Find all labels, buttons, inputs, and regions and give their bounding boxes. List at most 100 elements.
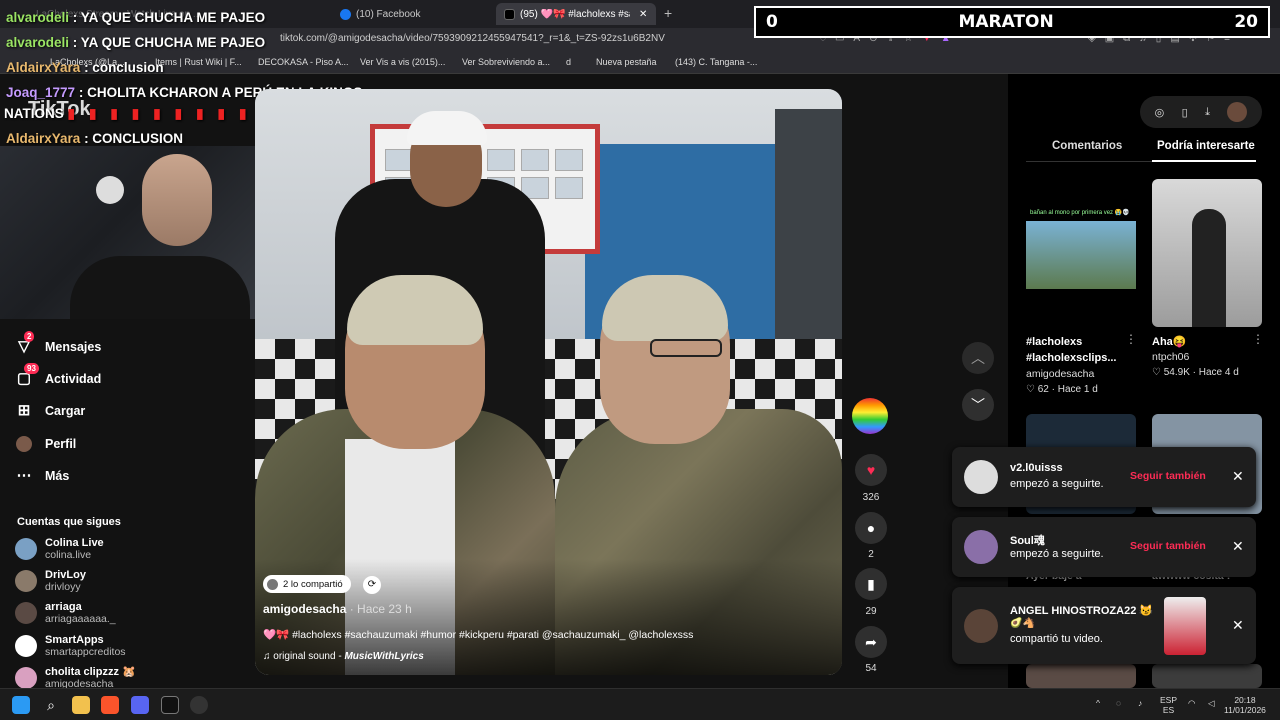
windows-start-icon[interactable] [12,696,30,714]
terminal-icon[interactable] [161,696,179,714]
tab-comments[interactable]: Comentarios [1052,140,1122,152]
recommended-video-card[interactable]: bañan al mono por primera vez 😭💀 [1026,179,1136,327]
tab-tiktok-video[interactable]: (95) 🩷🎀 #lacholexs #sacha ✕ [496,3,656,25]
network-icon[interactable]: ◌ [1116,698,1121,708]
avatar [15,667,37,689]
download-icon[interactable]: ⤓ [1205,106,1210,119]
close-icon[interactable]: ✕ [1232,617,1244,634]
card-thumbnail [1026,221,1136,289]
next-video-button[interactable]: ﹀ [962,389,994,421]
bookmark-item[interactable]: DECOKASA - Piso A... [258,57,349,67]
close-icon[interactable]: ✕ [1232,468,1244,485]
previous-video-button[interactable]: ︿ [962,342,994,374]
card-title[interactable]: Aha😝 [1152,334,1186,350]
obs-icon[interactable] [190,696,208,714]
webcam-person-shirt [70,256,250,319]
volume-icon[interactable]: ◁ [1208,698,1215,708]
clock[interactable]: 20:18 11/01/2026 [1224,695,1266,715]
new-tab-button[interactable]: + [664,5,672,21]
more-icon[interactable]: ⋮ [1252,332,1264,346]
chevron-up-icon[interactable]: ^ [1096,698,1100,708]
avatar[interactable] [1227,102,1248,122]
tiktok-icon [504,8,515,20]
repost-icon[interactable]: ⟳ [363,576,381,594]
video-sound[interactable]: ♫ original sound - MusicWithLyrics [263,651,424,662]
follow-back-button[interactable]: Seguir también [1130,540,1206,552]
creator-tools-icon[interactable]: ◎ [1155,106,1165,119]
phone-icon[interactable]: ▯ [1182,106,1188,119]
sidebar-item-more[interactable]: ⋯ Más [16,468,70,484]
shared-by-pill[interactable]: 2 lo compartió [263,575,351,593]
notification-user[interactable]: Soul魂 [1010,532,1045,548]
tab-facebook[interactable]: (10) Facebook [332,3,492,25]
score-title: MARATON [958,12,1054,32]
brave-browser-icon[interactable] [101,696,119,714]
video-description[interactable]: 🩷🎀 #lacholexs #sachauzumaki #humor #kick… [263,628,693,641]
shared-video-thumbnail[interactable] [1164,597,1206,655]
wifi-icon[interactable]: ◠ [1188,698,1195,708]
file-explorer-icon[interactable] [72,696,90,714]
bookmark-item[interactable]: d [566,57,571,67]
glasses [650,339,722,357]
author-avatar[interactable] [852,398,888,434]
following-account[interactable]: arriaga arriagaaaaaa._ [15,601,116,625]
recommended-video-card[interactable] [1152,179,1262,327]
following-account[interactable]: cholita clipzzz 🐹 amigodesacha [15,666,136,690]
card-author[interactable]: amigodesacha [1026,368,1094,380]
sidebar-item-profile[interactable]: Perfil [16,436,76,452]
avatar [964,460,998,494]
close-icon[interactable]: ✕ [1232,538,1244,555]
active-tab-indicator [1152,160,1256,162]
sound-artist: MusicWithLyrics [344,651,424,662]
card-author[interactable]: ntpch06 [1152,351,1189,363]
white-cap [407,111,487,145]
comment-button[interactable]: ● [855,512,887,544]
video-author[interactable]: amigodesacha · Hace 23 h [263,602,412,616]
notification-toast: ANGEL HINOSTROZA22 😼 compartió tu video.… [952,587,1256,664]
video-player[interactable]: 2 lo compartió ⟳ amigodesacha · Hace 23 … [255,89,842,675]
url-input[interactable]: tiktok.com/@amigodesacha/video/759390921… [280,33,665,44]
notification-text: compartió tu video. [1010,633,1103,645]
mic-icon[interactable]: ♪ [1138,698,1142,708]
recommended-video-card[interactable] [1152,664,1262,688]
bookmark-item[interactable]: (143) C. Tangana -... [675,57,757,67]
like-button[interactable]: ♥ [855,454,887,486]
card-stats: ♡ 62 · Hace 1 d [1026,384,1098,395]
sidebar-item-activity[interactable]: ▢ 93 Actividad [16,363,102,387]
avatar [15,635,37,657]
sidebar-item-label: Actividad [45,372,102,386]
language-indicator[interactable]: ESP ES [1160,695,1177,715]
following-account[interactable]: Colina Live colina.live [15,537,104,561]
chat-username: alvarodeli [6,35,70,50]
bookmark-item[interactable]: Ver Sobreviviendo a... [462,57,550,67]
search-icon[interactable]: ⌕ [42,696,60,714]
chevron-up-icon: ︿ [971,350,985,366]
card-title[interactable]: #lacholexs #lacholexsclips... [1026,334,1126,366]
more-icon[interactable]: ⋮ [1125,332,1137,346]
chat-message: AldairxYara : CONCLUSION [6,131,183,146]
windows-taskbar: ⌕ ^ ◌ ♪ ESP ES ◠ ◁ 20:18 11/01/2026 [0,688,1280,720]
chevron-down-icon: ﹀ [971,397,985,413]
following-account[interactable]: SmartApps smartappcreditos [15,634,126,658]
close-icon[interactable]: ✕ [639,9,647,20]
avatar [15,538,37,560]
following-account[interactable]: DrivLoy drivloyy [15,569,86,593]
chat-text: : conclusion [84,60,164,75]
tab-recommended[interactable]: Podría interesarte [1157,140,1255,152]
save-button[interactable]: ▮ [855,568,887,600]
discord-icon[interactable] [131,696,149,714]
share-button[interactable]: ➦ [855,626,887,658]
recommended-video-card[interactable] [1026,664,1136,688]
notification-user[interactable]: v2.l0uisss [1010,462,1063,474]
sidebar-item-messages[interactable]: ▽ 2 Mensajes [16,331,101,355]
bookmark-item[interactable]: Nueva pestaña [596,57,657,67]
bookmark-item[interactable]: Items | Rust Wiki | F... [155,57,242,67]
comment-icon: ● [866,520,876,536]
avatar [16,436,32,452]
sidebar-item-upload[interactable]: ⊞ Cargar [16,403,86,419]
avatar [964,609,998,643]
notification-user[interactable]: ANGEL HINOSTROZA22 😼 [1010,604,1153,617]
bookmark-item[interactable]: Ver Vis a vis (2015)... [360,57,445,67]
follow-back-button[interactable]: Seguir también [1130,470,1206,482]
tab-label: (95) 🩷🎀 #lacholexs #sacha [520,8,630,20]
